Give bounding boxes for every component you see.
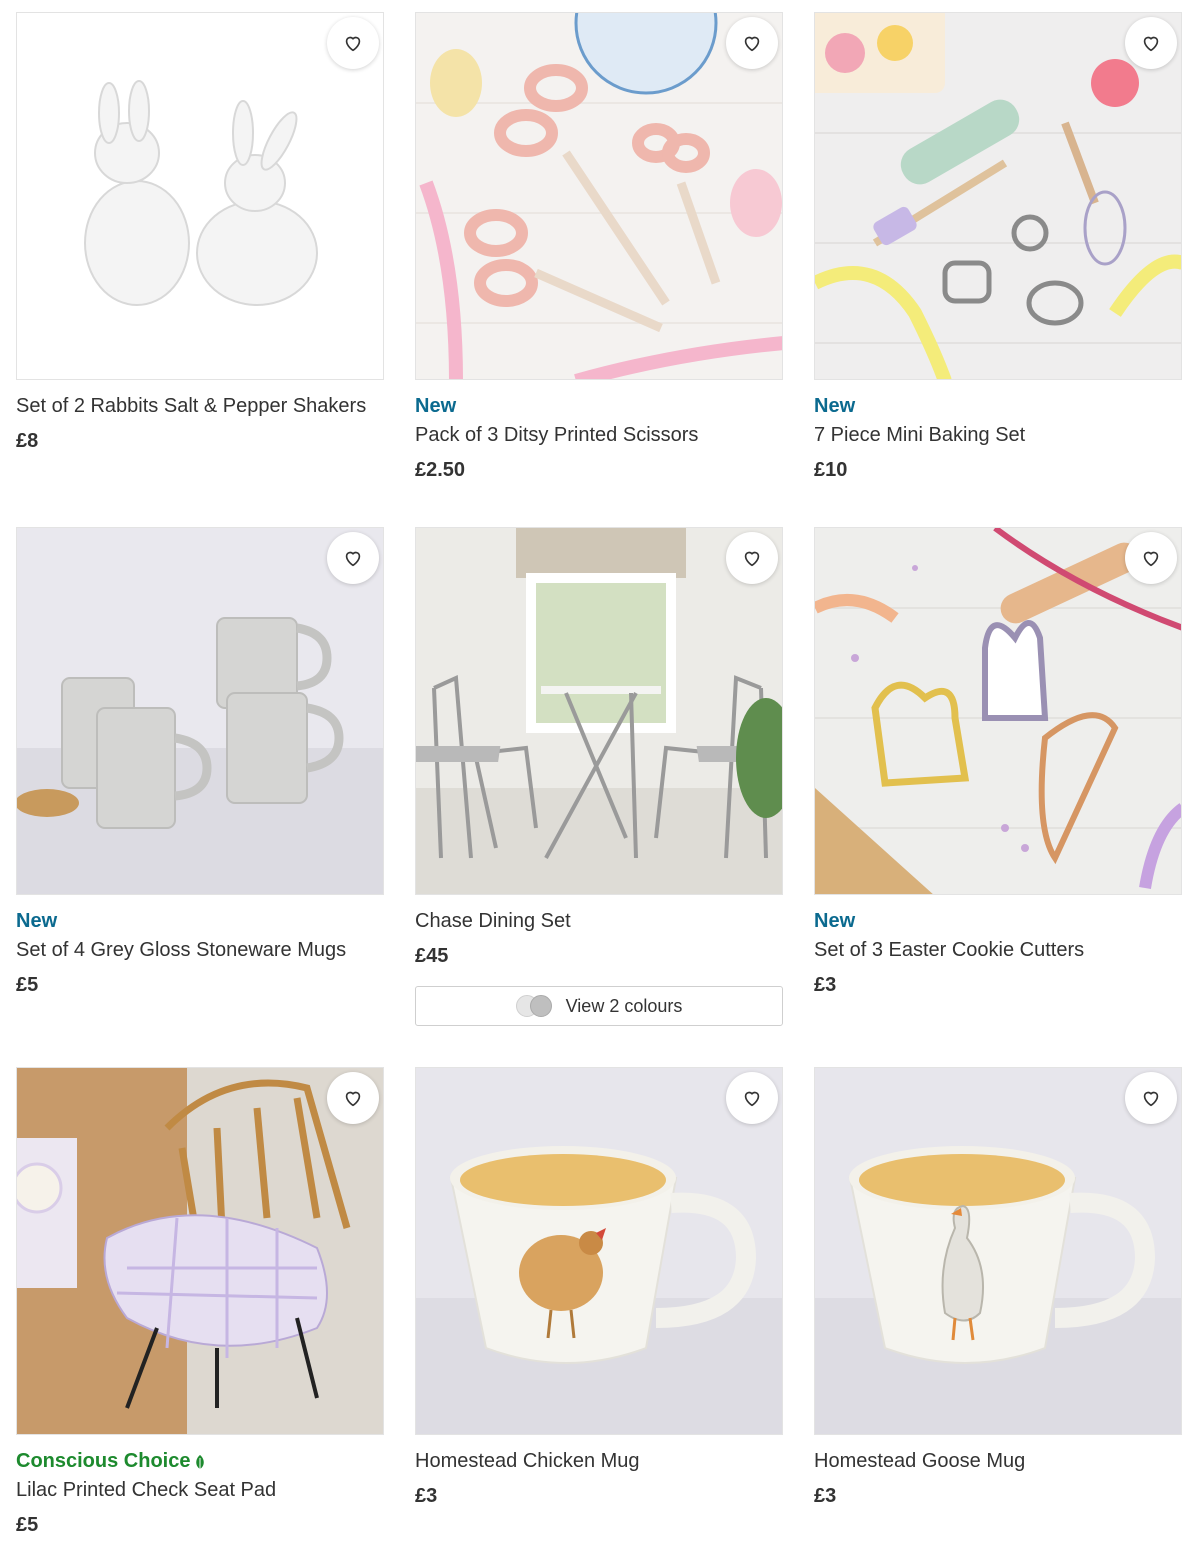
favourite-button[interactable] (1125, 17, 1177, 69)
colour-swatches (515, 995, 556, 1017)
product-image[interactable] (814, 1067, 1182, 1435)
new-badge: New (814, 395, 856, 417)
leaf-icon (196, 1454, 205, 1469)
product-price: £8 (16, 430, 39, 452)
heart-outline-icon (345, 551, 361, 567)
goose-mug-illustration (815, 1146, 1181, 1434)
favourite-button[interactable] (327, 17, 379, 69)
favourite-button[interactable] (726, 1072, 778, 1124)
colour-swatch (529, 995, 552, 1017)
favourite-button[interactable] (1125, 532, 1177, 584)
favourite-button[interactable] (726, 17, 778, 69)
product-title[interactable]: Homestead Goose Mug (814, 1449, 1182, 1473)
view-colours-label: View 2 colours (565, 995, 683, 1016)
product-card[interactable]: Conscious Choice Lilac Printed Check Sea… (16, 1067, 384, 1537)
product-card[interactable]: New Set of 3 Easter Cookie Cutters £3 (814, 527, 1182, 997)
product-image[interactable] (16, 1067, 384, 1435)
product-price: £5 (16, 1514, 39, 1536)
heart-outline-icon (1143, 1091, 1159, 1107)
product-price: £5 (16, 974, 39, 996)
heart-outline-icon (1143, 36, 1159, 52)
product-price: £3 (814, 974, 837, 996)
new-badge: New (16, 910, 58, 932)
dining-set-illustration (416, 528, 782, 894)
product-price: £2.50 (415, 459, 466, 481)
product-title[interactable]: Set of 2 Rabbits Salt & Pepper Shakers (16, 394, 384, 418)
seat-pad-illustration (17, 1068, 383, 1434)
product-image[interactable] (415, 1067, 783, 1435)
favourite-button[interactable] (1125, 1072, 1177, 1124)
heart-outline-icon (345, 1091, 361, 1107)
conscious-choice-badge: Conscious Choice (16, 1450, 384, 1472)
product-image[interactable] (415, 12, 783, 380)
new-badge: New (415, 395, 457, 417)
product-image[interactable] (814, 527, 1182, 895)
product-price: £10 (814, 459, 848, 481)
product-card[interactable]: Homestead Goose Mug £3 (814, 1067, 1182, 1508)
product-title[interactable]: Set of 3 Easter Cookie Cutters (814, 938, 1182, 962)
heart-outline-icon (744, 1091, 760, 1107)
chicken-mug-illustration (416, 1146, 782, 1434)
new-badge: New (814, 910, 856, 932)
product-image[interactable] (814, 12, 1182, 380)
product-title[interactable]: Pack of 3 Ditsy Printed Scissors (415, 423, 783, 447)
product-price: £3 (415, 1485, 438, 1507)
heart-outline-icon (1143, 551, 1159, 567)
heart-outline-icon (744, 36, 760, 52)
grey-mugs-illustration (17, 617, 383, 894)
product-image[interactable] (16, 527, 384, 895)
product-card[interactable]: New 7 Piece Mini Baking Set £10 (814, 12, 1182, 482)
product-price: £45 (415, 945, 449, 967)
product-price: £3 (814, 1485, 837, 1507)
scissors-illustration (416, 13, 782, 379)
product-title[interactable]: Homestead Chicken Mug (415, 1449, 783, 1473)
product-image[interactable] (16, 12, 384, 380)
view-colours-button[interactable]: View 2 colours (415, 986, 783, 1026)
cookie-cutters-illustration (815, 528, 1181, 894)
rabbit-shakers-illustration (84, 80, 318, 306)
product-image[interactable] (415, 527, 783, 895)
conscious-choice-label: Conscious Choice (16, 1450, 191, 1472)
heart-outline-icon (345, 36, 361, 52)
favourite-button[interactable] (726, 532, 778, 584)
product-card[interactable]: New Set of 4 Grey Gloss Stoneware Mugs £… (16, 527, 384, 997)
favourite-button[interactable] (327, 1072, 379, 1124)
product-card[interactable]: Set of 2 Rabbits Salt & Pepper Shakers £… (16, 12, 384, 453)
baking-set-illustration (815, 13, 1181, 379)
heart-outline-icon (744, 551, 760, 567)
product-title[interactable]: Chase Dining Set (415, 909, 783, 933)
product-title[interactable]: Lilac Printed Check Seat Pad (16, 1478, 384, 1502)
favourite-button[interactable] (327, 532, 379, 584)
product-title[interactable]: Set of 4 Grey Gloss Stoneware Mugs (16, 938, 384, 962)
product-card[interactable]: Homestead Chicken Mug £3 (415, 1067, 783, 1508)
product-card[interactable]: New Pack of 3 Ditsy Printed Scissors £2.… (415, 12, 783, 482)
product-card[interactable]: Chase Dining Set £45 View 2 colours (415, 527, 783, 1026)
product-title[interactable]: 7 Piece Mini Baking Set (814, 423, 1182, 447)
